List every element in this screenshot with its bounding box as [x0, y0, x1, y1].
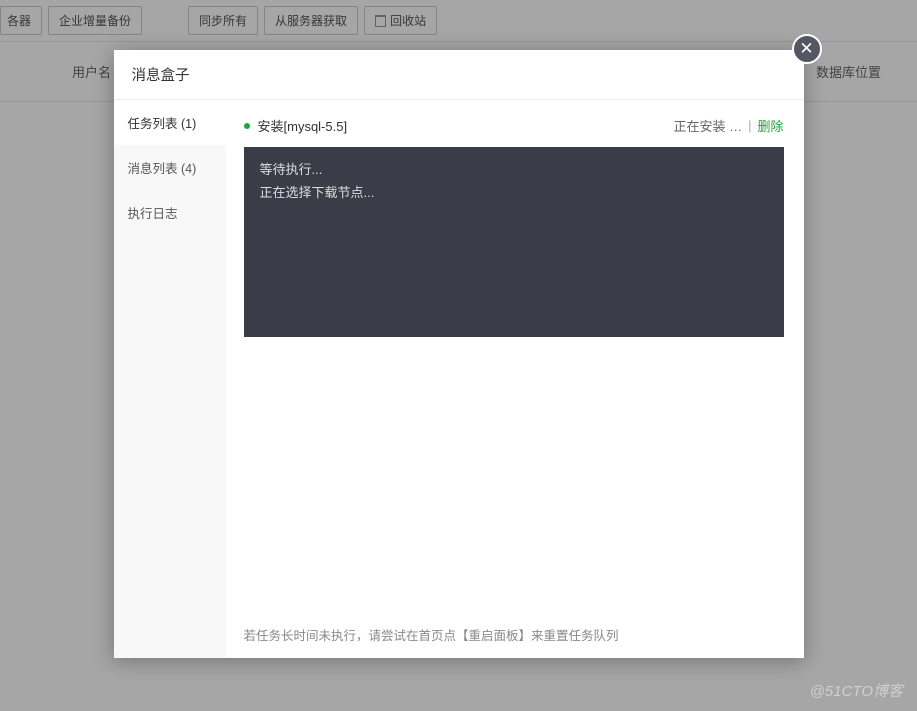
log-line: 正在选择下载节点...: [260, 182, 768, 205]
modal-main: 安装[mysql-5.5] 正在安装 … | 删除 等待执行... 正在选择下载…: [226, 100, 804, 658]
status-dot-icon: [244, 123, 250, 129]
message-box-modal: ✕ 消息盒子 任务列表 (1) 消息列表 (4) 执行日志 安装[mysql-5…: [114, 50, 804, 658]
modal-sidebar: 任务列表 (1) 消息列表 (4) 执行日志: [114, 100, 226, 658]
separator: |: [748, 118, 751, 133]
footer-tip: 若任务长时间未执行，请尝试在首页点【重启面板】来重置任务队列: [244, 615, 784, 644]
task-status: 正在安装 …: [673, 116, 742, 135]
modal-overlay[interactable]: ✕ 消息盒子 任务列表 (1) 消息列表 (4) 执行日志 安装[mysql-5…: [0, 0, 917, 711]
sidebar-item-exec-log[interactable]: 执行日志: [114, 190, 226, 235]
task-name: 安装[mysql-5.5]: [258, 116, 348, 135]
close-icon: ✕: [799, 39, 813, 59]
modal-title: 消息盒子: [114, 50, 804, 100]
task-header: 安装[mysql-5.5] 正在安装 … | 删除: [244, 116, 784, 147]
modal-body: 任务列表 (1) 消息列表 (4) 执行日志 安装[mysql-5.5] 正在安…: [114, 100, 804, 658]
sidebar-item-task-list[interactable]: 任务列表 (1): [114, 100, 226, 145]
log-terminal: 等待执行... 正在选择下载节点...: [244, 147, 784, 337]
close-button[interactable]: ✕: [792, 34, 822, 64]
task-actions: 正在安装 … | 删除: [673, 116, 783, 135]
sidebar-item-message-list[interactable]: 消息列表 (4): [114, 145, 226, 190]
task-name-wrap: 安装[mysql-5.5]: [244, 116, 348, 135]
delete-button[interactable]: 删除: [757, 116, 783, 135]
log-line: 等待执行...: [260, 159, 768, 182]
